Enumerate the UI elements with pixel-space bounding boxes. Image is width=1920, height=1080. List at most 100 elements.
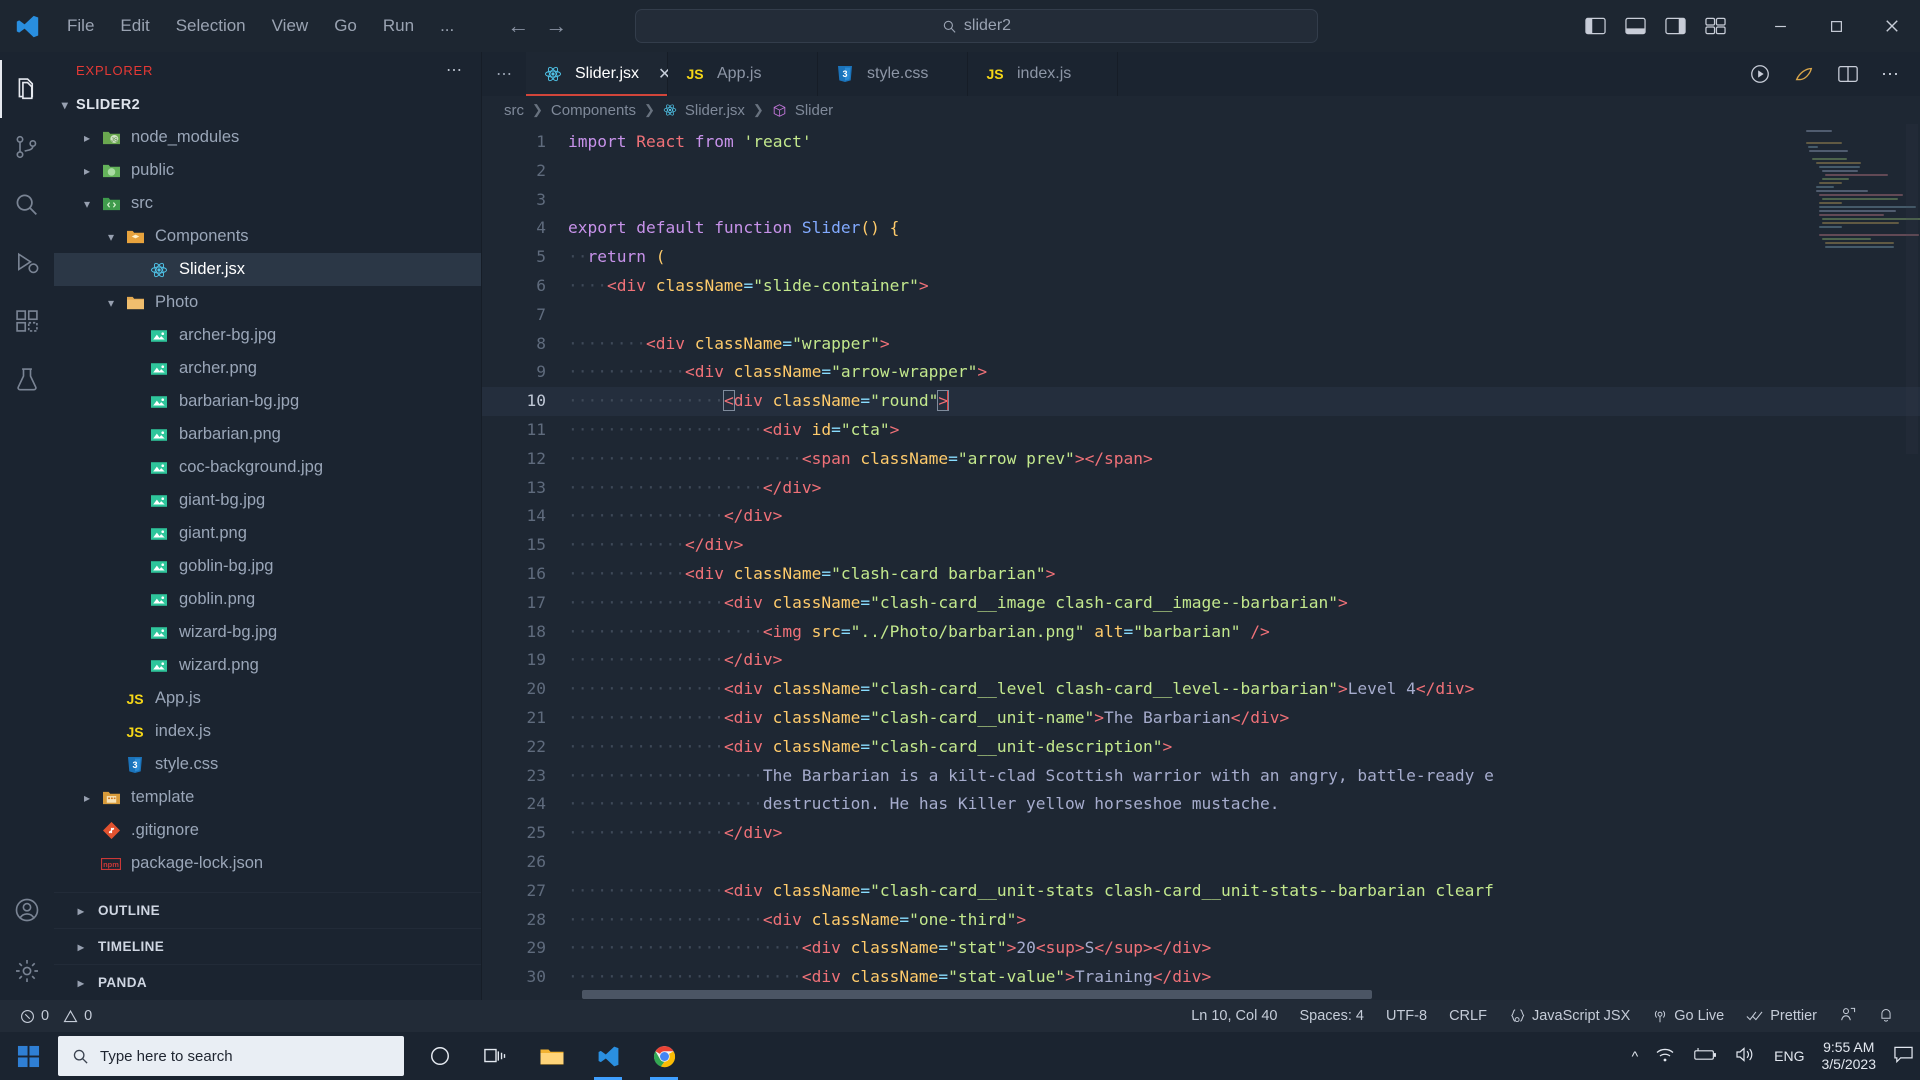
window-close-button[interactable] bbox=[1864, 0, 1920, 52]
status-prettier[interactable]: Prettier bbox=[1746, 1008, 1817, 1024]
code-line[interactable]: 9 ············<div className="arrow-wrapp… bbox=[482, 358, 1920, 387]
status-indentation[interactable]: Spaces: 4 bbox=[1299, 1008, 1364, 1024]
tray-clock[interactable]: 9:55 AM 3/5/2023 bbox=[1822, 1039, 1877, 1073]
code-line[interactable]: 29 ························<div className… bbox=[482, 934, 1920, 963]
code-line[interactable]: 22 ················<div className="clash-… bbox=[482, 733, 1920, 762]
breadcrumb-item-sliderjsx[interactable]: Slider.jsx bbox=[685, 102, 745, 119]
tree-item-archer-bg-jpg[interactable]: ▸archer-bg.jpg bbox=[54, 319, 481, 352]
code-line[interactable]: 11 ····················<div id="cta"> bbox=[482, 416, 1920, 445]
code-line[interactable]: 6 ····<div className="slide-container"> bbox=[482, 272, 1920, 301]
tree-item-barbarian-bg-jpg[interactable]: ▸barbarian-bg.jpg bbox=[54, 385, 481, 418]
tree-item-package-lock-json[interactable]: ▸npmpackage-lock.json bbox=[54, 847, 481, 880]
status-encoding[interactable]: UTF-8 bbox=[1386, 1008, 1427, 1024]
code-line[interactable]: 17 ················<div className="clash-… bbox=[482, 589, 1920, 618]
vertical-scrollbar-thumb[interactable] bbox=[1906, 124, 1918, 454]
tree-item-src[interactable]: ▾ src bbox=[54, 187, 481, 220]
customize-layout-icon[interactable] bbox=[1705, 17, 1726, 35]
tree-item-gitignore[interactable]: ▸.gitignore bbox=[54, 814, 481, 847]
editor-tab-index-js[interactable]: JSindex.js✕ bbox=[968, 52, 1118, 96]
code-line[interactable]: 16 ············<div className="clash-card… bbox=[482, 560, 1920, 589]
editor-tab-slider-jsx[interactable]: Slider.jsx ✕ bbox=[526, 52, 671, 96]
code-line[interactable]: 25 ················</div> bbox=[482, 819, 1920, 848]
window-minimize-button[interactable] bbox=[1752, 0, 1808, 52]
more-actions-icon[interactable]: ⋯ bbox=[1881, 64, 1900, 85]
code-line[interactable]: 15 ············</div> bbox=[482, 531, 1920, 560]
ellipsis-icon[interactable]: ⋯ bbox=[446, 60, 463, 80]
menu-view[interactable]: View bbox=[259, 11, 322, 41]
toggle-secondary-sidebar-icon[interactable] bbox=[1665, 17, 1686, 35]
arrow-right-icon[interactable]: → bbox=[545, 13, 567, 39]
code-line[interactable]: 21 ················<div className="clash-… bbox=[482, 704, 1920, 733]
code-line[interactable]: 13 ····················</div> bbox=[482, 474, 1920, 503]
taskbar-item-file-explorer[interactable] bbox=[526, 1032, 578, 1080]
tree-item-wizard-png[interactable]: ▸wizard.png bbox=[54, 649, 481, 682]
code-line[interactable]: 20 ················<div className="clash-… bbox=[482, 675, 1920, 704]
tree-root-slider2[interactable]: ▾ SLIDER2 bbox=[54, 88, 481, 121]
code-line[interactable]: 18 ····················<img src="../Photo… bbox=[482, 618, 1920, 647]
accounts-button[interactable] bbox=[0, 884, 54, 942]
breadcrumb-item-slider[interactable]: Slider bbox=[795, 102, 833, 119]
chevron-right-icon[interactable]: ▸ bbox=[76, 791, 98, 805]
notification-icon[interactable] bbox=[1893, 1045, 1914, 1067]
code-line[interactable]: 2 bbox=[482, 157, 1920, 186]
status-cursor-position[interactable]: Ln 10, Col 40 bbox=[1191, 1008, 1277, 1024]
sidebar-item-run-and-debug[interactable] bbox=[0, 234, 54, 292]
editor-tab-style-css[interactable]: 3style.css✕ bbox=[818, 52, 968, 96]
chevron-down-icon[interactable]: ▾ bbox=[100, 296, 122, 310]
tree-item-style-css[interactable]: ▸3style.css bbox=[54, 748, 481, 781]
code-editor[interactable]: 1 import React from 'react' 2 3 4 export defa… bbox=[482, 124, 1920, 1000]
tree-item-giant-png[interactable]: ▸giant.png bbox=[54, 517, 481, 550]
menu-go[interactable]: Go bbox=[321, 11, 370, 41]
tree-item-template[interactable]: ▸ template bbox=[54, 781, 481, 814]
run-icon[interactable] bbox=[1749, 63, 1771, 85]
code-line[interactable]: 4 export default function Slider() { bbox=[482, 214, 1920, 243]
taskbar-item-task-view[interactable] bbox=[470, 1032, 522, 1080]
toggle-panel-icon[interactable] bbox=[1625, 17, 1646, 35]
tree-item-giant-bg-jpg[interactable]: ▸giant-bg.jpg bbox=[54, 484, 481, 517]
code-line[interactable]: 3 bbox=[482, 186, 1920, 215]
quick-search-input[interactable]: slider2 bbox=[635, 9, 1318, 43]
chevron-down-icon[interactable]: ▾ bbox=[76, 197, 98, 211]
code-line[interactable]: 19 ················</div> bbox=[482, 646, 1920, 675]
tree-item-public[interactable]: ▸ public bbox=[54, 154, 481, 187]
code-line[interactable]: 14 ················</div> bbox=[482, 502, 1920, 531]
sidebar-item-explorer[interactable] bbox=[0, 60, 54, 118]
split-preview-icon[interactable] bbox=[1793, 63, 1815, 85]
code-line[interactable]: 12 ························<span classNam… bbox=[482, 445, 1920, 474]
taskbar-item-vscode[interactable] bbox=[582, 1032, 634, 1080]
chevron-down-icon[interactable]: ▾ bbox=[100, 230, 122, 244]
menu-edit[interactable]: Edit bbox=[107, 11, 162, 41]
ellipsis-icon[interactable]: ⋯ bbox=[482, 52, 526, 96]
code-line[interactable]: 27 ················<div className="clash-… bbox=[482, 877, 1920, 906]
sidebar-item-search[interactable] bbox=[0, 176, 54, 234]
file-tree[interactable]: ▾ SLIDER2 ▸ JS node_modules ▸ public ▾ src ▾ Com… bbox=[54, 88, 481, 892]
split-editor-icon[interactable] bbox=[1837, 64, 1859, 84]
menu-selection[interactable]: Selection bbox=[163, 11, 259, 41]
status-language-mode[interactable]: JavaScript JSX bbox=[1509, 1008, 1630, 1024]
taskbar-item-chrome[interactable] bbox=[638, 1032, 690, 1080]
horizontal-scrollbar[interactable] bbox=[482, 989, 1920, 1000]
volume-icon[interactable] bbox=[1735, 1046, 1757, 1066]
tree-item-components[interactable]: ▾ Components bbox=[54, 220, 481, 253]
minimap[interactable] bbox=[1806, 130, 1920, 350]
tree-item-goblin-bg-jpg[interactable]: ▸goblin-bg.jpg bbox=[54, 550, 481, 583]
menu-file[interactable]: File bbox=[54, 11, 107, 41]
battery-charging-icon[interactable] bbox=[1692, 1047, 1718, 1065]
tree-item-goblin-png[interactable]: ▸goblin.png bbox=[54, 583, 481, 616]
code-content[interactable]: 1 import React from 'react' 2 3 4 export defa… bbox=[482, 124, 1920, 992]
status-warnings[interactable]: 0 bbox=[63, 1008, 92, 1024]
tree-item-coc-background-jpg[interactable]: ▸coc-background.jpg bbox=[54, 451, 481, 484]
remote-person-icon[interactable] bbox=[1839, 1006, 1856, 1027]
tree-item-node-modules[interactable]: ▸ JS node_modules bbox=[54, 121, 481, 154]
tree-item-barbarian-png[interactable]: ▸barbarian.png bbox=[54, 418, 481, 451]
tray-language[interactable]: ENG bbox=[1774, 1048, 1804, 1064]
vertical-scrollbar[interactable] bbox=[1906, 124, 1918, 1000]
chevron-right-icon[interactable]: ▸ bbox=[76, 131, 98, 145]
menu-run[interactable]: Run bbox=[370, 11, 427, 41]
arrow-left-icon[interactable]: ← bbox=[507, 13, 529, 39]
bell-icon[interactable] bbox=[1878, 1006, 1894, 1027]
code-line[interactable]: 26 bbox=[482, 848, 1920, 877]
sidebar-item-source-control[interactable] bbox=[0, 118, 54, 176]
status-go-live[interactable]: Go Live bbox=[1652, 1008, 1724, 1024]
code-line[interactable]: 23 ····················The Barbarian is a… bbox=[482, 762, 1920, 791]
